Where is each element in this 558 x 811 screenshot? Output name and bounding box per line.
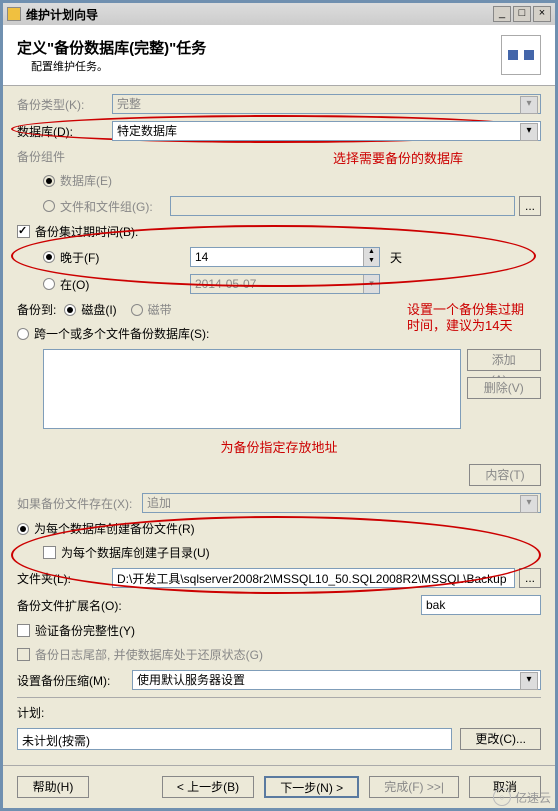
back-button[interactable]: < 上一步(B): [162, 776, 254, 798]
component-filegroup-radio: [43, 200, 55, 212]
folder-label: 文件夹(L):: [17, 570, 112, 587]
backup-to-tape-label: 磁带: [148, 301, 172, 318]
per-db-file-radio[interactable]: [17, 523, 29, 535]
backup-to-disk-label: 磁盘(I): [81, 301, 116, 318]
per-db-file-label: 为每个数据库创建备份文件(R): [34, 520, 195, 537]
backup-type-select: 完整: [112, 94, 541, 114]
span-files-radio[interactable]: [17, 328, 29, 340]
watermark: ○ 亿速云: [493, 788, 551, 806]
maximize-button[interactable]: □: [513, 6, 531, 22]
compression-select[interactable]: 使用默认服务器设置: [132, 670, 541, 690]
backup-files-list[interactable]: [43, 349, 461, 429]
expire-days-input[interactable]: [191, 248, 363, 266]
database-select[interactable]: 特定数据库: [112, 121, 541, 141]
components-label: 备份组件: [17, 148, 112, 165]
contents-button: 内容(T): [469, 464, 541, 486]
tail-log-checkbox: [17, 648, 30, 661]
plan-label: 计划:: [17, 704, 44, 721]
subdir-checkbox[interactable]: [43, 546, 56, 559]
tail-log-label: 备份日志尾部, 并使数据库处于还原状态(G): [35, 646, 263, 663]
if-exists-label: 如果备份文件存在(X):: [17, 495, 142, 512]
folder-browse-button[interactable]: ...: [519, 568, 541, 588]
page-title: 定义"备份数据库(完整)"任务: [17, 37, 501, 58]
wizard-header: 定义"备份数据库(完整)"任务 配置维护任务。: [3, 25, 555, 86]
window-title: 维护计划向导: [26, 6, 491, 23]
if-exists-select: 追加: [142, 493, 541, 513]
backup-to-tape-radio: [131, 304, 143, 316]
finish-button: 完成(F) >>|: [369, 776, 459, 798]
filegroup-input: [170, 196, 515, 216]
component-database-label: 数据库(E): [60, 172, 112, 189]
backup-to-label: 备份到:: [17, 301, 56, 318]
filegroup-browse-button[interactable]: ...: [519, 196, 541, 216]
expire-on-date: 2014-05-07▾: [190, 274, 380, 294]
folder-input[interactable]: [112, 568, 515, 588]
expire-after-radio[interactable]: [43, 251, 55, 263]
wizard-icon: [501, 35, 541, 75]
expire-days-spinner[interactable]: ▲▼: [190, 247, 380, 267]
watermark-icon: ○: [493, 788, 511, 806]
app-icon: [7, 7, 21, 21]
spinner-up[interactable]: ▲: [363, 248, 379, 257]
backup-type-label: 备份类型(K):: [17, 96, 112, 113]
plan-display: 未计划(按需): [17, 728, 452, 750]
subdir-label: 为每个数据库创建子目录(U): [61, 544, 210, 561]
minimize-button[interactable]: _: [493, 6, 511, 22]
expire-checkbox[interactable]: [17, 225, 30, 238]
verify-checkbox[interactable]: [17, 624, 30, 637]
add-button: 添加(A)...: [467, 349, 541, 371]
component-database-radio: [43, 175, 55, 187]
annotation-expire2: 时间，建议为14天: [407, 315, 512, 334]
expire-on-radio[interactable]: [43, 278, 55, 290]
span-files-label: 跨一个或多个文件备份数据库(S):: [34, 325, 209, 342]
verify-label: 验证备份完整性(Y): [35, 622, 135, 639]
expire-on-label: 在(O): [60, 276, 190, 293]
annotation-path: 为备份指定存放地址: [220, 440, 337, 455]
help-button[interactable]: 帮助(H): [17, 776, 89, 798]
remove-button: 删除(V): [467, 377, 541, 399]
page-subtitle: 配置维护任务。: [31, 58, 501, 74]
expire-after-label: 晚于(F): [60, 249, 190, 266]
change-plan-button[interactable]: 更改(C)...: [460, 728, 541, 750]
next-button[interactable]: 下一步(N) >: [264, 776, 359, 798]
ext-label: 备份文件扩展名(O):: [17, 597, 142, 614]
expire-unit: 天: [390, 249, 402, 266]
database-label: 数据库(D):: [17, 123, 112, 140]
close-button[interactable]: ×: [533, 6, 551, 22]
expire-label: 备份集过期时间(B):: [35, 223, 138, 240]
component-filegroup-label: 文件和文件组(G):: [60, 198, 170, 215]
annotation-select-db: 选择需要备份的数据库: [333, 148, 463, 167]
compression-label: 设置备份压缩(M):: [17, 672, 132, 689]
titlebar: 维护计划向导 _ □ ×: [3, 3, 555, 25]
spinner-down[interactable]: ▼: [363, 257, 379, 266]
backup-to-disk-radio[interactable]: [64, 304, 76, 316]
ext-input[interactable]: [421, 595, 541, 615]
